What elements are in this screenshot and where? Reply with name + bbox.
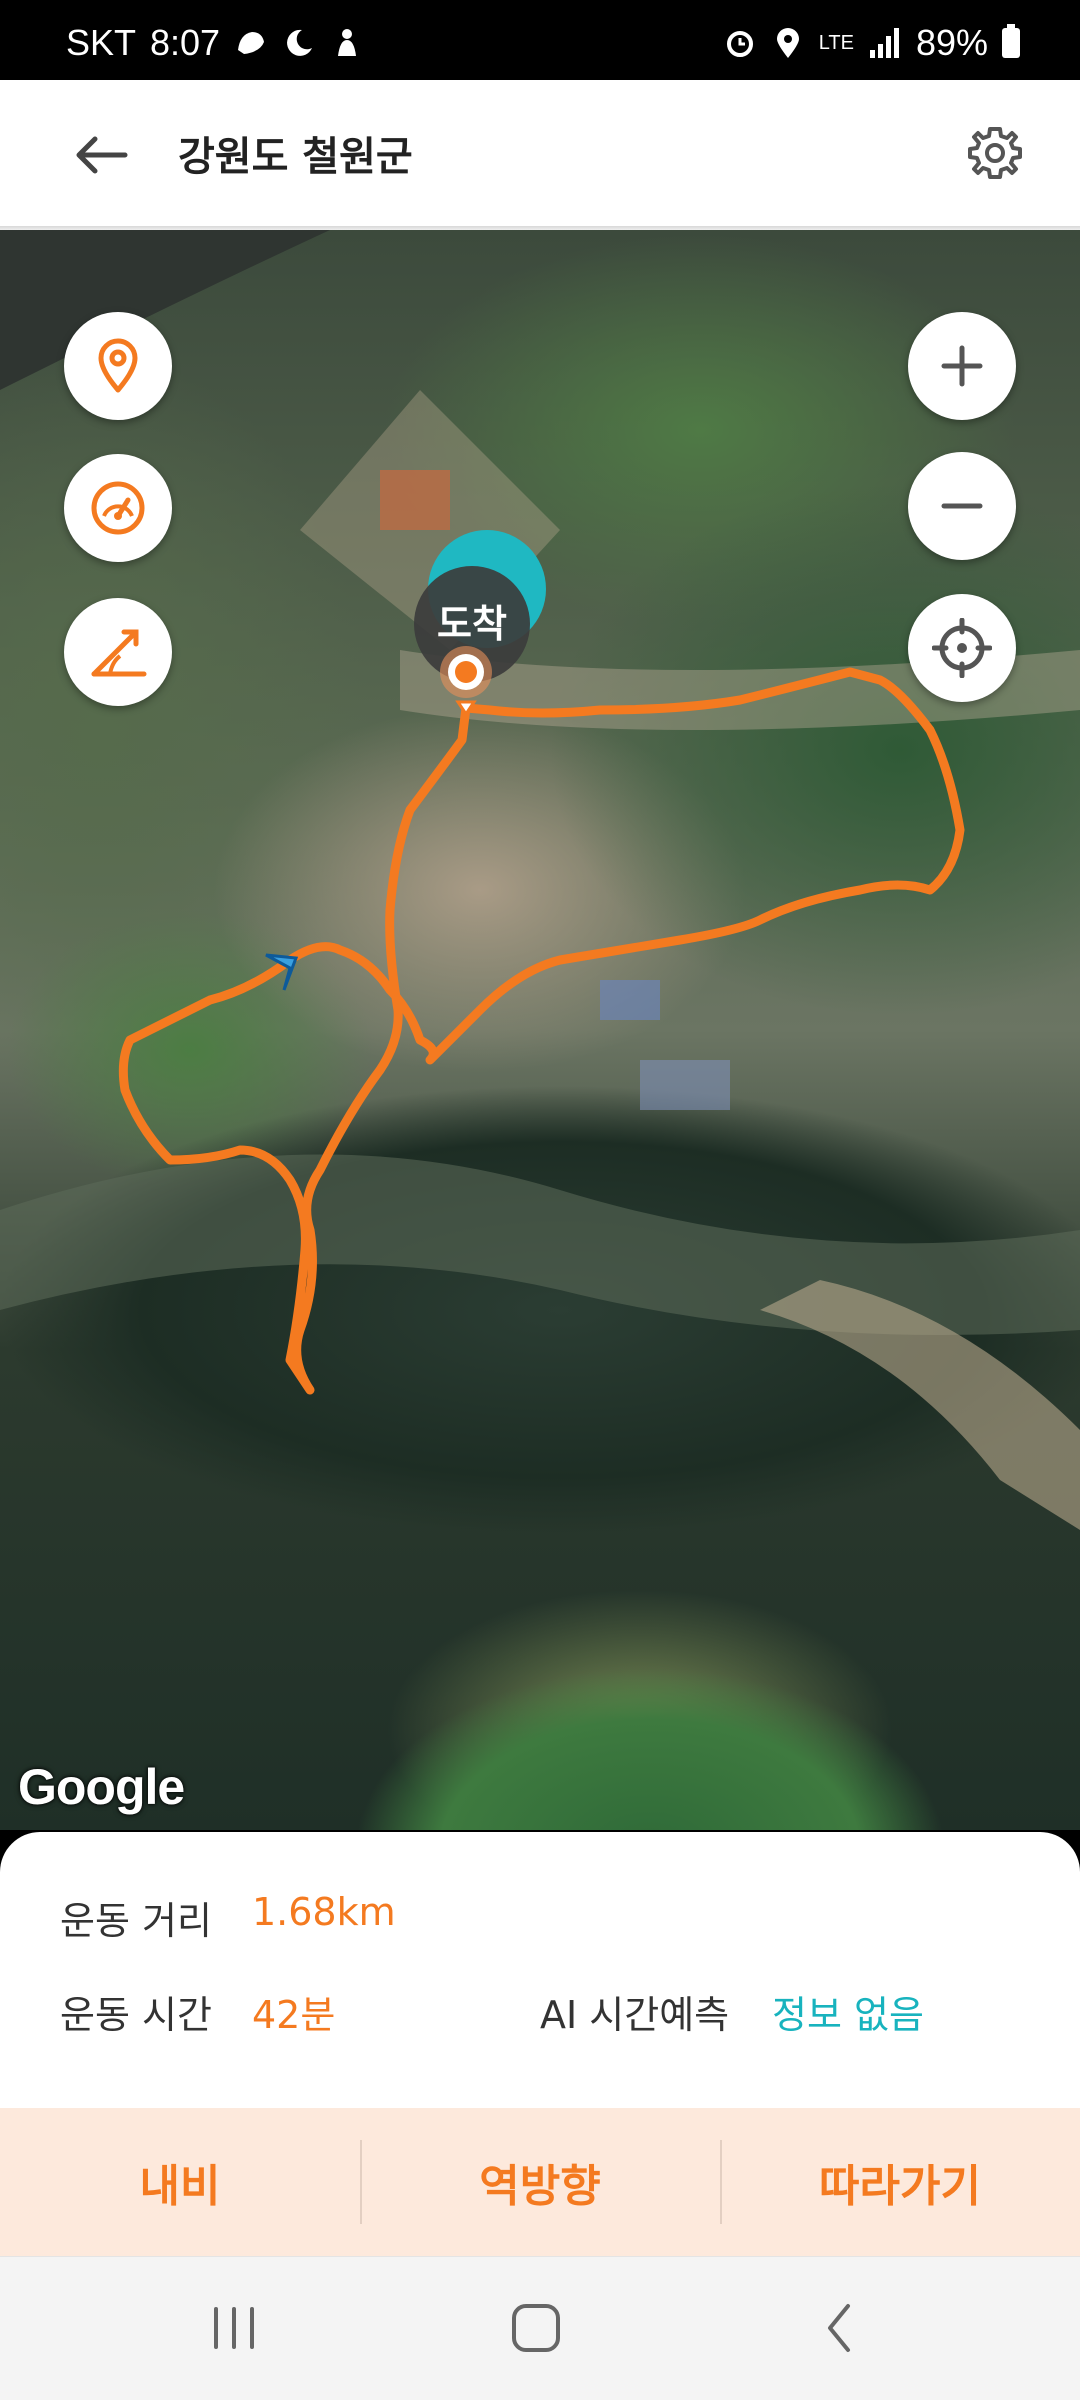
shoe-icon <box>234 26 268 60</box>
settings-button[interactable] <box>960 118 1030 188</box>
status-time: 8:07 <box>150 22 221 63</box>
reverse-button[interactable]: 역방향 <box>360 2108 720 2256</box>
route-layer <box>0 230 1080 1530</box>
reverse-label: 역방향 <box>479 2161 601 2212</box>
status-bar: SKT 8:07 LTE 89% <box>0 0 1080 80</box>
signal-icon <box>868 26 902 60</box>
back-chevron-icon <box>828 2304 850 2352</box>
battery-percent: 89% <box>915 22 988 63</box>
location-pin-button[interactable] <box>64 312 172 420</box>
speedometer-icon <box>91 481 145 535</box>
follow-label: 따라가기 <box>819 2161 981 2212</box>
zoom-out-button[interactable] <box>908 452 1016 560</box>
arrival-marker-icon <box>440 646 492 717</box>
carrier-label: SKT <box>66 22 137 63</box>
app-bar: 강원도 철원군 <box>0 80 1080 226</box>
back-button[interactable] <box>66 120 136 190</box>
my-location-icon <box>932 618 992 678</box>
status-right: LTE 89% <box>723 22 1020 64</box>
system-nav-bar <box>0 2256 1080 2400</box>
lte-icon: LTE <box>818 32 854 54</box>
ai-prediction-label: AI 시간예측 <box>540 1993 730 2037</box>
follow-button[interactable]: 따라가기 <box>720 2108 1080 2256</box>
zoom-out-icon <box>941 503 983 509</box>
time-value: 42분 <box>252 1993 336 2037</box>
moon-icon <box>282 26 316 60</box>
elevation-icon <box>91 629 147 677</box>
gear-icon <box>968 127 1022 179</box>
time-label: 운동 시간 <box>60 1993 212 2037</box>
my-location-button[interactable] <box>908 594 1016 702</box>
elevation-button[interactable] <box>64 598 172 706</box>
home-icon <box>512 2304 560 2352</box>
distance-label: 운동 거리 <box>60 1899 212 1943</box>
navigate-label: 내비 <box>139 2161 221 2212</box>
zoom-in-button[interactable] <box>908 312 1016 420</box>
recent-apps-icon <box>214 2307 254 2349</box>
alarm-icon <box>723 26 757 60</box>
person-icon <box>330 26 364 60</box>
map-view[interactable]: 도착 Google <box>0 230 1080 1830</box>
ai-prediction-value: 정보 없음 <box>772 1993 924 2037</box>
info-sheet: 운동 거리 1.68km 운동 시간 42분 AI 시간예측 정보 없음 <box>0 1832 1080 2108</box>
page-title: 강원도 철원군 <box>178 134 413 180</box>
home-button[interactable] <box>496 2293 576 2363</box>
distance-value: 1.68km <box>252 1890 396 1934</box>
zoom-in-icon <box>941 345 983 387</box>
recent-apps-button[interactable] <box>194 2293 274 2363</box>
location-icon <box>771 26 805 60</box>
navigate-button[interactable]: 내비 <box>0 2108 360 2256</box>
back-nav-button[interactable] <box>800 2293 880 2363</box>
battery-icon <box>1002 24 1020 58</box>
action-bar: 내비 역방향 따라가기 <box>0 2108 1080 2256</box>
google-attribution: Google <box>18 1759 185 1815</box>
location-pin-icon <box>98 338 138 393</box>
status-left: SKT 8:07 <box>66 22 364 64</box>
back-arrow-icon <box>76 136 128 174</box>
speed-button[interactable] <box>64 454 172 562</box>
arrival-label: 도착 <box>437 602 507 646</box>
